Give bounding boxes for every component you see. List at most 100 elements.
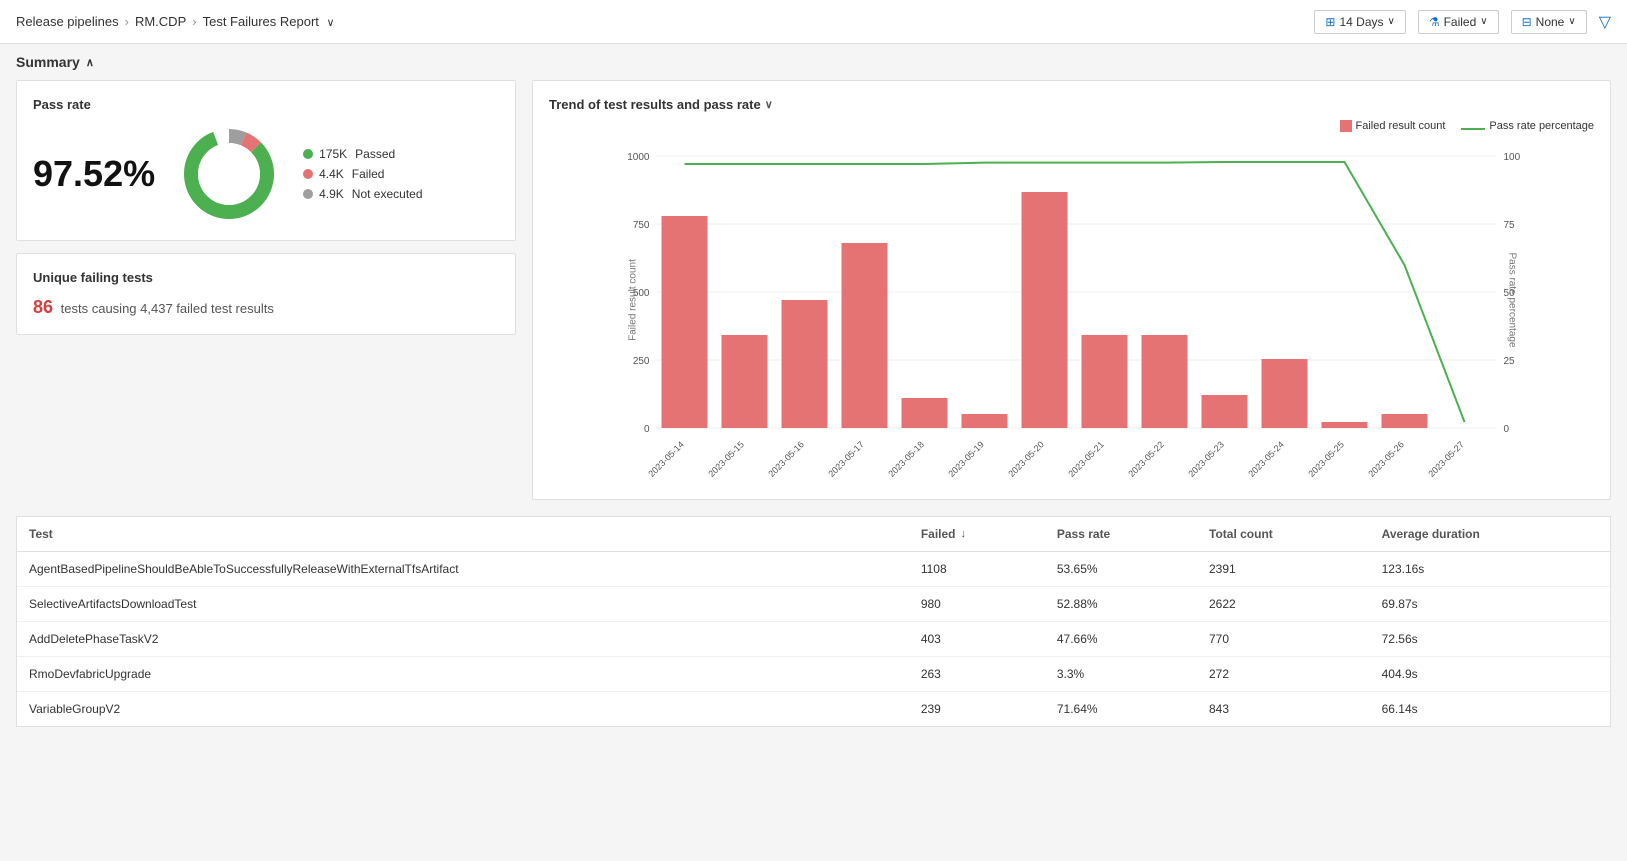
- svg-text:2023-05-19: 2023-05-19: [946, 439, 986, 479]
- th-failed[interactable]: Failed ↓: [909, 517, 1045, 552]
- svg-text:0: 0: [1504, 424, 1510, 435]
- total-count: 272: [1197, 657, 1370, 692]
- pass-rate: 52.88%: [1045, 587, 1197, 622]
- th-total-count: Total count: [1197, 517, 1370, 552]
- total-count: 2622: [1197, 587, 1370, 622]
- th-test: Test: [17, 517, 909, 552]
- svg-text:2023-05-24: 2023-05-24: [1246, 439, 1286, 479]
- avg-duration: 404.9s: [1370, 657, 1610, 692]
- avg-duration: 69.87s: [1370, 587, 1610, 622]
- svg-text:2023-05-25: 2023-05-25: [1306, 439, 1346, 479]
- chart-title: Trend of test results and pass rate ∨: [549, 97, 1594, 112]
- not-executed-count: 4.9K: [319, 187, 344, 201]
- breadcrumb-item-0[interactable]: Release pipelines: [16, 14, 119, 29]
- grid-icon: ⊟: [1522, 15, 1532, 29]
- total-count: 770: [1197, 622, 1370, 657]
- bar-2: [782, 300, 828, 428]
- th-avg-duration: Average duration: [1370, 517, 1610, 552]
- days-filter-button[interactable]: ⊞ 14 Days ∨: [1314, 10, 1405, 34]
- failed-count: 980: [909, 587, 1045, 622]
- top-right-controls: ⊞ 14 Days ∨ ⚗ Failed ∨ ⊟ None ∨ ▽: [1314, 10, 1611, 34]
- days-filter-label: 14 Days: [1339, 15, 1383, 29]
- legend-not-executed: 4.9K Not executed: [303, 187, 422, 201]
- group-filter-label: None: [1536, 15, 1565, 29]
- failed-count-legend-label: Failed result count: [1356, 120, 1446, 132]
- bar-10: [1262, 359, 1308, 428]
- donut-chart: [179, 124, 279, 224]
- breadcrumb: Release pipelines › RM.CDP › Test Failur…: [16, 14, 335, 29]
- svg-text:2023-05-15: 2023-05-15: [706, 439, 746, 479]
- svg-text:2023-05-14: 2023-05-14: [646, 439, 686, 479]
- chevron-down-icon: ∨: [1388, 16, 1395, 27]
- svg-text:Failed result count: Failed result count: [628, 259, 639, 341]
- bar-9: [1202, 395, 1248, 428]
- pass-rate-value: 97.52%: [33, 153, 155, 195]
- top-bar: Release pipelines › RM.CDP › Test Failur…: [0, 0, 1627, 44]
- avg-duration: 72.56s: [1370, 622, 1610, 657]
- total-count: 2391: [1197, 552, 1370, 587]
- table-row[interactable]: SelectiveArtifactsDownloadTest 980 52.88…: [17, 587, 1610, 622]
- svg-text:2023-05-20: 2023-05-20: [1006, 439, 1046, 479]
- summary-section-header[interactable]: Summary ∧: [0, 44, 1627, 80]
- test-name: RmoDevfabricUpgrade: [17, 657, 909, 692]
- collapse-icon: ∧: [86, 56, 94, 69]
- svg-text:2023-05-26: 2023-05-26: [1366, 439, 1406, 479]
- failed-count: 4.4K: [319, 167, 344, 181]
- svg-text:1000: 1000: [627, 152, 650, 163]
- unique-failing-card: Unique failing tests 86 tests causing 4,…: [16, 253, 516, 335]
- svg-text:2023-05-18: 2023-05-18: [886, 439, 926, 479]
- bar-1: [722, 335, 768, 428]
- failed-count: 263: [909, 657, 1045, 692]
- failed-count: 239: [909, 692, 1045, 727]
- table-row[interactable]: RmoDevfabricUpgrade 263 3.3% 272 404.9s: [17, 657, 1610, 692]
- bar-5: [962, 414, 1008, 428]
- chevron-down-icon: ∨: [1480, 16, 1487, 27]
- failed-count: 1108: [909, 552, 1045, 587]
- chart-wrapper: 1000 750 500 250 0 100 75 50 25 0 Failed…: [549, 140, 1594, 483]
- failed-count: 403: [909, 622, 1045, 657]
- passed-dot: [303, 149, 313, 159]
- breadcrumb-sep-1: ›: [192, 14, 196, 29]
- sort-icon: ↓: [961, 528, 967, 540]
- donut-svg: [179, 124, 279, 224]
- table-row[interactable]: VariableGroupV2 239 71.64% 843 66.14s: [17, 692, 1610, 727]
- calendar-icon: ⊞: [1325, 15, 1335, 29]
- svg-text:2023-05-27: 2023-05-27: [1426, 439, 1466, 479]
- bar-11: [1322, 422, 1368, 428]
- chart-title-chevron[interactable]: ∨: [765, 98, 773, 111]
- not-executed-label: Not executed: [352, 187, 423, 201]
- pass-rate-content: 97.52% 175K: [33, 124, 499, 224]
- table-header-row: Test Failed ↓ Pass rate Total count: [17, 517, 1610, 552]
- chart-legend: Failed result count Pass rate percentage: [549, 120, 1594, 132]
- bar-3: [842, 243, 888, 428]
- pass-rate-title: Pass rate: [33, 97, 499, 112]
- passed-label: Passed: [355, 147, 395, 161]
- svg-text:25: 25: [1504, 356, 1516, 367]
- chevron-down-icon: ∨: [1568, 16, 1575, 27]
- filter-icon[interactable]: ▽: [1599, 12, 1611, 32]
- bar-0: [662, 216, 708, 428]
- pass-rate: 47.66%: [1045, 622, 1197, 657]
- breadcrumb-item-1[interactable]: RM.CDP: [135, 14, 186, 29]
- passed-count: 175K: [319, 147, 347, 161]
- svg-text:2023-05-17: 2023-05-17: [826, 439, 866, 479]
- unique-title: Unique failing tests: [33, 270, 499, 285]
- unique-count: 86: [33, 297, 53, 317]
- svg-text:250: 250: [633, 356, 650, 367]
- bar-6: [1022, 192, 1068, 428]
- cards-row: Pass rate 97.52%: [0, 80, 1627, 516]
- breadcrumb-item-2[interactable]: Test Failures Report ∨: [203, 14, 335, 29]
- results-table: Test Failed ↓ Pass rate Total count: [17, 517, 1610, 726]
- svg-text:2023-05-22: 2023-05-22: [1126, 439, 1166, 479]
- test-name: AgentBasedPipelineShouldBeAbleToSuccessf…: [17, 552, 909, 587]
- failed-label: Failed: [352, 167, 385, 181]
- flask-icon: ⚗: [1429, 15, 1440, 29]
- table-row[interactable]: AddDeletePhaseTaskV2 403 47.66% 770 72.5…: [17, 622, 1610, 657]
- group-filter-button[interactable]: ⊟ None ∨: [1511, 10, 1587, 34]
- status-filter-button[interactable]: ⚗ Failed ∨: [1418, 10, 1499, 34]
- svg-text:0: 0: [644, 424, 650, 435]
- pass-rate-card: Pass rate 97.52%: [16, 80, 516, 241]
- table-row[interactable]: AgentBasedPipelineShouldBeAbleToSuccessf…: [17, 552, 1610, 587]
- not-executed-dot: [303, 189, 313, 199]
- total-count: 843: [1197, 692, 1370, 727]
